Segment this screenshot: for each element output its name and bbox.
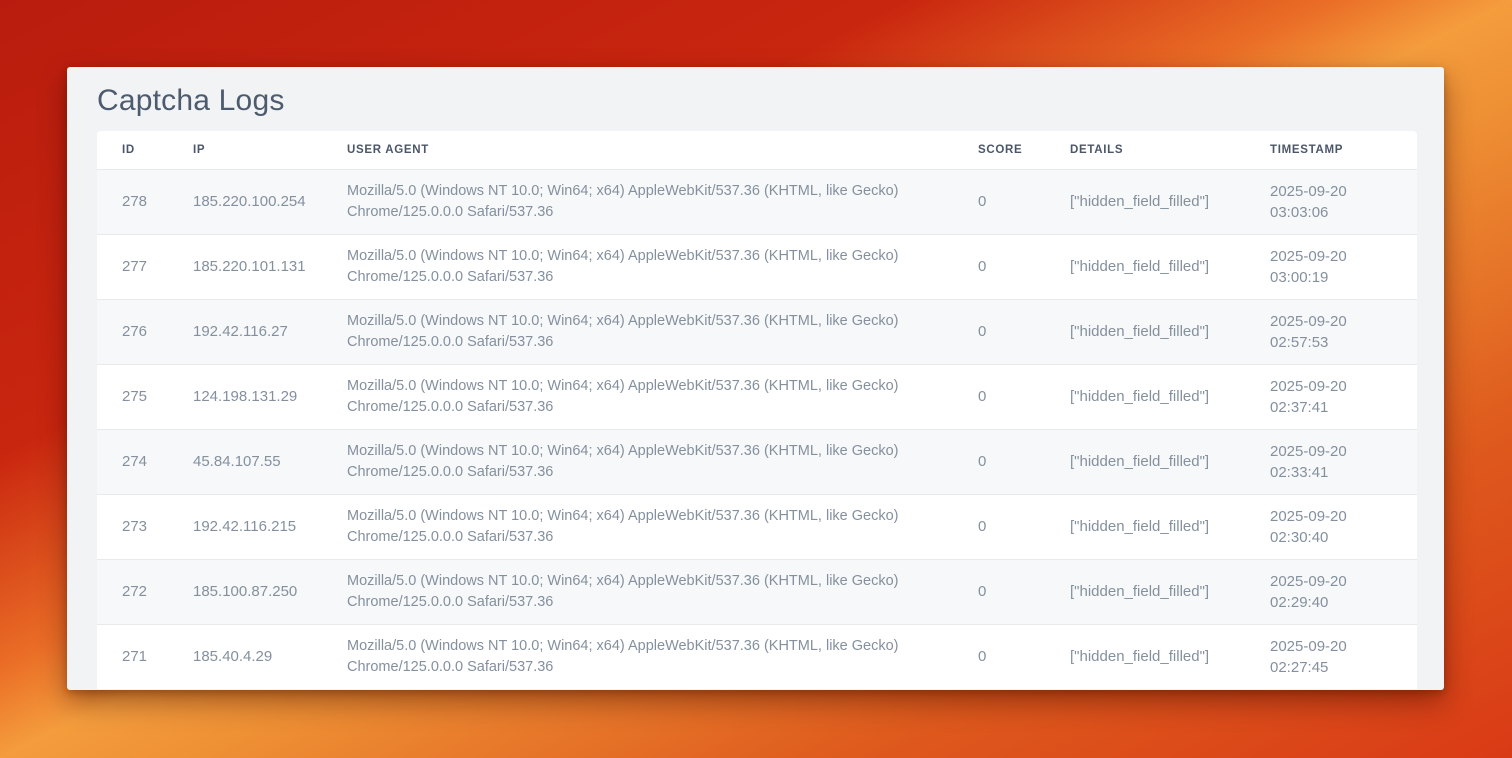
cell-ip: 185.220.100.254	[168, 169, 322, 234]
cell-score: 0	[953, 624, 1045, 689]
cell-ip: 185.220.101.131	[168, 234, 322, 299]
column-header-user_agent: USER AGENT	[322, 131, 953, 169]
cell-details: ["hidden_field_filled"]	[1045, 364, 1245, 429]
cell-timestamp: 2025-09-20 02:30:40	[1245, 494, 1417, 559]
column-header-details: DETAILS	[1045, 131, 1245, 169]
cell-id: 271	[97, 624, 168, 689]
cell-timestamp: 2025-09-20 03:03:06	[1245, 169, 1417, 234]
cell-score: 0	[953, 234, 1045, 299]
app-background: { "page": { "title": "Captcha Logs" }, "…	[0, 0, 1512, 758]
column-header-timestamp: TIMESTAMP	[1245, 131, 1417, 169]
table-row: 27445.84.107.55Mozilla/5.0 (Windows NT 1…	[97, 429, 1417, 494]
table-header: IDIPUSER AGENTSCOREDETAILSTIMESTAMP	[97, 131, 1417, 169]
column-header-id: ID	[97, 131, 168, 169]
cell-user_agent: Mozilla/5.0 (Windows NT 10.0; Win64; x64…	[322, 494, 953, 559]
cell-ip: 185.40.4.29	[168, 624, 322, 689]
column-header-score: SCORE	[953, 131, 1045, 169]
table-row: 278185.220.100.254Mozilla/5.0 (Windows N…	[97, 169, 1417, 234]
cell-timestamp: 2025-09-20 02:27:45	[1245, 624, 1417, 689]
table-row: 272185.100.87.250Mozilla/5.0 (Windows NT…	[97, 559, 1417, 624]
cell-details: ["hidden_field_filled"]	[1045, 299, 1245, 364]
table-row: 273192.42.116.215Mozilla/5.0 (Windows NT…	[97, 494, 1417, 559]
cell-user_agent: Mozilla/5.0 (Windows NT 10.0; Win64; x64…	[322, 624, 953, 689]
cell-details: ["hidden_field_filled"]	[1045, 169, 1245, 234]
cell-ip: 192.42.116.27	[168, 299, 322, 364]
cell-id: 272	[97, 559, 168, 624]
captcha-logs-card: Captcha Logs IDIPUSER AGENTSCOREDETAILST…	[67, 67, 1444, 690]
cell-ip: 124.198.131.29	[168, 364, 322, 429]
cell-id: 275	[97, 364, 168, 429]
cell-user_agent: Mozilla/5.0 (Windows NT 10.0; Win64; x64…	[322, 429, 953, 494]
cell-details: ["hidden_field_filled"]	[1045, 559, 1245, 624]
cell-details: ["hidden_field_filled"]	[1045, 234, 1245, 299]
cell-id: 278	[97, 169, 168, 234]
cell-details: ["hidden_field_filled"]	[1045, 624, 1245, 689]
table-row: 271185.40.4.29Mozilla/5.0 (Windows NT 10…	[97, 624, 1417, 689]
cell-id: 276	[97, 299, 168, 364]
captcha-logs-table: IDIPUSER AGENTSCOREDETAILSTIMESTAMP 2781…	[97, 131, 1417, 689]
cell-timestamp: 2025-09-20 02:57:53	[1245, 299, 1417, 364]
cell-user_agent: Mozilla/5.0 (Windows NT 10.0; Win64; x64…	[322, 559, 953, 624]
cell-id: 273	[97, 494, 168, 559]
cell-id: 277	[97, 234, 168, 299]
cell-score: 0	[953, 429, 1045, 494]
table-row: 276192.42.116.27Mozilla/5.0 (Windows NT …	[97, 299, 1417, 364]
cell-id: 274	[97, 429, 168, 494]
cell-score: 0	[953, 299, 1045, 364]
cell-user_agent: Mozilla/5.0 (Windows NT 10.0; Win64; x64…	[322, 299, 953, 364]
cell-ip: 185.100.87.250	[168, 559, 322, 624]
cell-user_agent: Mozilla/5.0 (Windows NT 10.0; Win64; x64…	[322, 364, 953, 429]
table-row: 275124.198.131.29Mozilla/5.0 (Windows NT…	[97, 364, 1417, 429]
table-body: 278185.220.100.254Mozilla/5.0 (Windows N…	[97, 169, 1417, 689]
cell-timestamp: 2025-09-20 02:37:41	[1245, 364, 1417, 429]
cell-ip: 45.84.107.55	[168, 429, 322, 494]
column-header-ip: IP	[168, 131, 322, 169]
table-header-row: IDIPUSER AGENTSCOREDETAILSTIMESTAMP	[97, 131, 1417, 169]
cell-user_agent: Mozilla/5.0 (Windows NT 10.0; Win64; x64…	[322, 234, 953, 299]
cell-score: 0	[953, 364, 1045, 429]
cell-timestamp: 2025-09-20 03:00:19	[1245, 234, 1417, 299]
cell-user_agent: Mozilla/5.0 (Windows NT 10.0; Win64; x64…	[322, 169, 953, 234]
cell-timestamp: 2025-09-20 02:29:40	[1245, 559, 1417, 624]
cell-score: 0	[953, 559, 1045, 624]
cell-score: 0	[953, 494, 1045, 559]
cell-score: 0	[953, 169, 1045, 234]
cell-details: ["hidden_field_filled"]	[1045, 494, 1245, 559]
table-row: 277185.220.101.131Mozilla/5.0 (Windows N…	[97, 234, 1417, 299]
cell-details: ["hidden_field_filled"]	[1045, 429, 1245, 494]
cell-timestamp: 2025-09-20 02:33:41	[1245, 429, 1417, 494]
cell-ip: 192.42.116.215	[168, 494, 322, 559]
page-title: Captcha Logs	[67, 67, 1444, 119]
